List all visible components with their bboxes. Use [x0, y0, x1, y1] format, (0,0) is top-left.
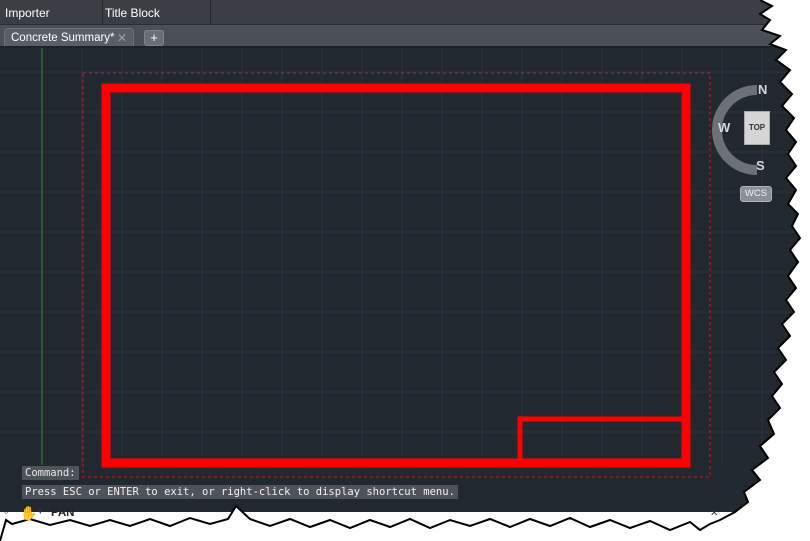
title-block-border[interactable]	[101, 83, 691, 468]
wcs-button[interactable]: WCS	[740, 186, 772, 202]
viewcube-north[interactable]: N	[758, 82, 767, 97]
drawing-graphics	[0, 0, 810, 541]
command-line-grip-icon[interactable]: ⌵	[2, 505, 10, 518]
paper-boundary	[82, 72, 711, 478]
viewcube-west[interactable]: W	[718, 120, 730, 135]
command-input[interactable]: PAN	[51, 507, 74, 519]
viewcube-top-face[interactable]: TOP	[744, 111, 770, 145]
pan-hand-icon[interactable]: ✋	[20, 505, 37, 522]
command-close-icon[interactable]: ✕	[710, 508, 718, 519]
command-label: Command:	[22, 466, 79, 480]
autocad-window: Importer Title Block Manager Concrete Su…	[0, 0, 810, 541]
chevron-down-icon[interactable]: ▾	[38, 506, 43, 517]
command-prompt: Press ESC or ENTER to exit, or right-cli…	[22, 485, 458, 499]
title-block-info-box[interactable]	[517, 416, 689, 466]
viewcube-south[interactable]: S	[756, 158, 765, 173]
